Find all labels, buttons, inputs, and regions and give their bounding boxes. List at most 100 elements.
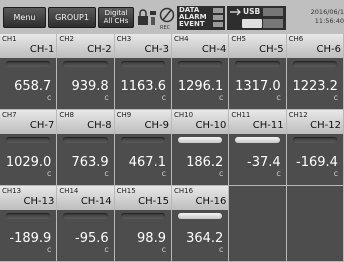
channel-tag: CH-10 — [195, 120, 227, 131]
channel-tile[interactable]: CH9 CH-9 467.1 C — [114, 110, 172, 186]
channel-number: CH3 — [116, 35, 132, 43]
channel-tag: CH-15 — [138, 196, 169, 207]
channel-number: CH14 — [59, 187, 79, 195]
channel-unit: C — [161, 95, 166, 102]
channel-header: CH11 CH-11 — [229, 110, 286, 134]
channel-number: CH12 — [288, 111, 308, 119]
channel-header: CH9 CH-9 — [114, 110, 171, 134]
channel-grid: CH1 CH-1 658.7 C CH2 CH-2 939.8 C CH3 CH-3 1163.6 C… — [0, 34, 344, 262]
channel-tag: CH-14 — [80, 196, 112, 207]
channel-number: CH7 — [2, 111, 17, 119]
usb-capacity-meter — [263, 8, 283, 16]
channel-status-bar — [6, 213, 51, 219]
status-indicator-block: DATA ALARM EVENT — [177, 6, 225, 30]
channel-status-bar — [292, 61, 337, 67]
channel-number: CH8 — [59, 111, 74, 119]
channel-value: 467.1 — [128, 155, 166, 170]
channel-header: CH6 CH-6 — [286, 34, 343, 58]
channel-tag: CH-12 — [310, 120, 341, 131]
channel-tag: CH-5 — [259, 44, 284, 55]
channel-tile[interactable]: CH13 CH-13 -189.9 C — [0, 186, 58, 262]
date-time: 2016/06/1 11:56:40 — [288, 8, 344, 28]
top-toolbar: Menu GROUP1 Digital All CHs REC DATA ALA… — [0, 0, 344, 34]
channel-status-bar — [120, 213, 165, 219]
display-mode-button[interactable]: Digital All CHs — [98, 7, 134, 28]
channel-tile[interactable]: CH11 CH-11 -37.4 C — [229, 110, 287, 186]
data-status-bar — [213, 8, 223, 13]
channel-header: CH10 CH-10 — [171, 110, 229, 134]
empty-channel-slot — [286, 186, 344, 262]
channel-tile[interactable]: CH16 CH-16 364.2 C — [171, 186, 230, 262]
channel-value: -37.4 — [247, 155, 281, 170]
media-status-block: USB — [227, 6, 286, 30]
channel-tile[interactable]: CH14 CH-14 -95.6 C — [57, 186, 115, 262]
channel-tile[interactable]: CH5 CH-5 1317.0 C — [229, 34, 287, 110]
event-status-bar — [213, 22, 223, 27]
channel-unit: C — [219, 171, 224, 178]
channel-number: CH15 — [116, 187, 136, 195]
channel-value: 658.7 — [14, 79, 52, 94]
rec-label: REC — [160, 25, 171, 31]
channel-value: 98.9 — [137, 231, 166, 246]
channel-value: 939.8 — [71, 79, 109, 94]
empty-channel-slot — [229, 186, 287, 262]
channel-status-bar — [235, 61, 280, 67]
channel-unit: C — [219, 247, 224, 254]
group-button[interactable]: GROUP1 — [48, 7, 96, 28]
channel-tile[interactable]: CH12 CH-12 -169.4 C — [286, 110, 344, 186]
channel-header: CH1 CH-1 — [0, 34, 57, 58]
channel-status-bar — [6, 137, 51, 143]
channel-header: CH15 CH-15 — [114, 186, 171, 210]
channel-number: CH2 — [59, 35, 74, 43]
channel-unit: C — [276, 171, 281, 178]
channel-tile[interactable]: CH4 CH-4 1296.1 C — [171, 34, 230, 110]
channel-number: CH1 — [2, 35, 17, 43]
channel-status-bar — [6, 61, 51, 67]
channel-number: CH10 — [173, 111, 194, 119]
usb-icon — [230, 8, 241, 16]
time-label: 11:56:40 — [314, 17, 344, 25]
channel-value: 364.2 — [186, 231, 224, 246]
date-label: 2016/06/1 — [310, 8, 344, 16]
channel-unit: C — [104, 171, 109, 178]
channel-header: CH7 CH-7 — [0, 110, 57, 134]
channel-value: 1223.2 — [292, 79, 338, 94]
channel-tile[interactable]: CH6 CH-6 1223.2 C — [286, 34, 344, 110]
sd-capacity-meter — [263, 19, 283, 28]
channel-status-bar — [63, 61, 108, 67]
sd-card-icon — [242, 19, 262, 28]
channel-value: 1029.0 — [5, 155, 52, 170]
channel-tile[interactable]: CH15 CH-15 98.9 C — [114, 186, 172, 262]
channel-unit: C — [161, 171, 166, 178]
channel-tag: CH-3 — [144, 44, 169, 55]
display-mode-line2: All CHs — [103, 16, 129, 25]
channel-status-bar — [63, 213, 108, 219]
channel-tile[interactable]: CH1 CH-1 658.7 C — [0, 34, 58, 110]
channel-unit: C — [333, 95, 338, 102]
channel-value: 1163.6 — [120, 79, 166, 94]
channel-tile[interactable]: CH8 CH-8 763.9 C — [57, 110, 115, 186]
channel-unit: C — [219, 95, 224, 102]
channel-status-bar — [292, 137, 337, 143]
channel-tag: CH-8 — [87, 120, 112, 131]
keylock-icon — [137, 8, 157, 26]
channel-value: -169.4 — [296, 155, 338, 170]
channel-tile[interactable]: CH7 CH-7 1029.0 C — [0, 110, 58, 186]
channel-number: CH9 — [116, 111, 132, 119]
channel-value: 763.9 — [71, 155, 109, 170]
channel-tag: CH-4 — [201, 44, 227, 55]
menu-button[interactable]: Menu — [3, 7, 46, 28]
channel-tile[interactable]: CH3 CH-3 1163.6 C — [114, 34, 172, 110]
channel-unit: C — [276, 95, 281, 102]
channel-tile[interactable]: CH10 CH-10 186.2 C — [171, 110, 230, 186]
channel-tile[interactable]: CH2 CH-2 939.8 C — [57, 34, 115, 110]
channel-number: CH4 — [173, 35, 189, 43]
channel-header: CH8 CH-8 — [57, 110, 114, 134]
channel-status-bar — [177, 61, 223, 67]
channel-tag: CH-11 — [252, 120, 284, 131]
channel-value: 1296.1 — [177, 79, 224, 94]
channel-value: -189.9 — [9, 231, 52, 246]
channel-header: CH5 CH-5 — [229, 34, 286, 58]
channel-header: CH16 CH-16 — [171, 186, 229, 210]
channel-status-bar — [235, 137, 280, 143]
